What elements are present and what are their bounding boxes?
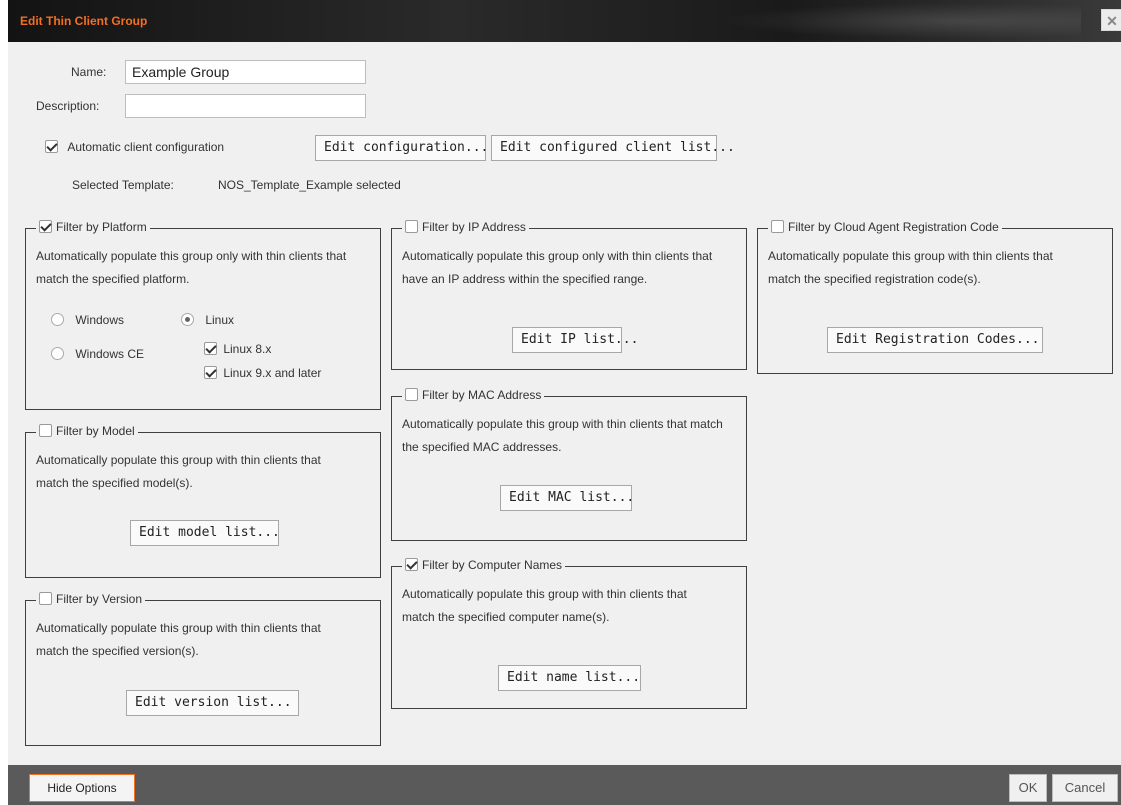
edit-ip-list-button[interactable]: Edit IP list... (512, 327, 638, 353)
filter-cloud-title: Filter by Cloud Agent Registration Code (788, 220, 999, 234)
filter-platform-group: Filter by Platform Automatically populat… (25, 220, 381, 410)
filter-mac-checkbox[interactable] (405, 388, 418, 401)
linux9-row[interactable]: Linux 9.x and later (204, 366, 321, 380)
filter-names-legend[interactable]: Filter by Computer Names (402, 558, 566, 572)
cancel-button[interactable]: Cancel (1052, 774, 1118, 802)
filter-names-group: Filter by Computer Names Automatically p… (391, 558, 747, 709)
filter-model-description: Automatically populate this group with t… (36, 453, 321, 490)
edit-mac-list-button[interactable]: Edit MAC list... (500, 485, 634, 511)
radio-windows-icon[interactable] (51, 313, 64, 326)
selected-template-label: Selected Template: (72, 178, 174, 192)
edit-model-list-button[interactable]: Edit model list... (130, 520, 280, 546)
linux8-label: Linux 8.x (223, 342, 272, 356)
filter-ip-legend[interactable]: Filter by IP Address (402, 220, 529, 234)
filter-cloud-legend[interactable]: Filter by Cloud Agent Registration Code (768, 220, 1002, 234)
filter-cloud-group: Filter by Cloud Agent Registration Code … (757, 220, 1113, 374)
hide-options-button[interactable]: Hide Options (29, 774, 135, 802)
auto-config-checkbox[interactable] (45, 140, 58, 153)
filter-platform-title: Filter by Platform (56, 220, 147, 234)
description-input[interactable] (125, 94, 366, 118)
filter-names-checkbox[interactable] (405, 558, 418, 571)
filter-mac-description: Automatically populate this group with t… (402, 417, 723, 454)
filter-cloud-description: Automatically populate this group with t… (768, 249, 1053, 286)
name-label: Name: (71, 65, 107, 79)
dialog-title: Edit Thin Client Group (20, 14, 148, 28)
filter-platform-description: Automatically populate this group only w… (36, 249, 347, 286)
filter-names-title: Filter by Computer Names (422, 558, 563, 572)
edit-version-list-button[interactable]: Edit version list... (126, 690, 299, 716)
filter-model-legend[interactable]: Filter by Model (36, 424, 138, 438)
linux8-row[interactable]: Linux 8.x (204, 342, 271, 356)
filter-mac-title: Filter by MAC Address (422, 388, 542, 402)
filter-platform-checkbox[interactable] (39, 220, 52, 233)
filter-version-legend[interactable]: Filter by Version (36, 592, 146, 606)
radio-linux-label: Linux (205, 313, 235, 327)
linux9-label: Linux 9.x and later (223, 366, 322, 380)
radio-windows-ce-icon[interactable] (51, 347, 64, 360)
filter-model-title: Filter by Model (56, 424, 135, 438)
auto-config-label: Automatic client configuration (67, 140, 225, 154)
filter-ip-group: Filter by IP Address Automatically popul… (391, 220, 747, 370)
close-icon[interactable]: ✕ (1101, 9, 1121, 31)
radio-windows-ce[interactable]: Windows CE (51, 347, 144, 361)
filter-ip-checkbox[interactable] (405, 220, 418, 233)
edit-registration-codes-button[interactable]: Edit Registration Codes... (827, 327, 1043, 353)
ok-button[interactable]: OK (1009, 774, 1047, 802)
selected-template-value: NOS_Template_Example selected (218, 178, 401, 192)
radio-linux-icon[interactable] (181, 313, 194, 326)
edit-configured-client-list-button[interactable]: Edit configured client list... (491, 135, 735, 161)
radio-windows-ce-label: Windows CE (75, 347, 145, 361)
filter-model-group: Filter by Model Automatically populate t… (25, 424, 381, 578)
linux9-checkbox[interactable] (204, 366, 217, 379)
filter-platform-legend[interactable]: Filter by Platform (36, 220, 150, 234)
titlebar-decoration (681, 0, 1081, 42)
name-input[interactable] (125, 60, 366, 84)
radio-linux[interactable]: Linux (181, 313, 234, 327)
filter-cloud-checkbox[interactable] (771, 220, 784, 233)
edit-thin-client-group-dialog: Edit Thin Client Group ✕ Name: Descripti… (8, 0, 1121, 805)
filter-version-title: Filter by Version (56, 592, 143, 606)
description-label: Description: (36, 99, 100, 113)
edit-configuration-button[interactable]: Edit configuration... (315, 135, 488, 161)
dialog-titlebar: Edit Thin Client Group (8, 0, 1121, 42)
filter-mac-group: Filter by MAC Address Automatically popu… (391, 388, 747, 541)
filter-mac-legend[interactable]: Filter by MAC Address (402, 388, 545, 402)
dialog-footer (8, 765, 1121, 805)
filter-names-description: Automatically populate this group with t… (402, 587, 687, 624)
filter-ip-title: Filter by IP Address (422, 220, 526, 234)
auto-config-row[interactable]: Automatic client configuration (45, 140, 224, 154)
radio-windows-label: Windows (75, 313, 125, 327)
filter-version-checkbox[interactable] (39, 592, 52, 605)
radio-windows[interactable]: Windows (51, 313, 124, 327)
linux8-checkbox[interactable] (204, 342, 217, 355)
filter-version-description: Automatically populate this group with t… (36, 621, 321, 658)
filter-version-group: Filter by Version Automatically populate… (25, 592, 381, 746)
filter-ip-description: Automatically populate this group only w… (402, 249, 713, 286)
edit-name-list-button[interactable]: Edit name list... (498, 665, 641, 691)
filter-model-checkbox[interactable] (39, 424, 52, 437)
